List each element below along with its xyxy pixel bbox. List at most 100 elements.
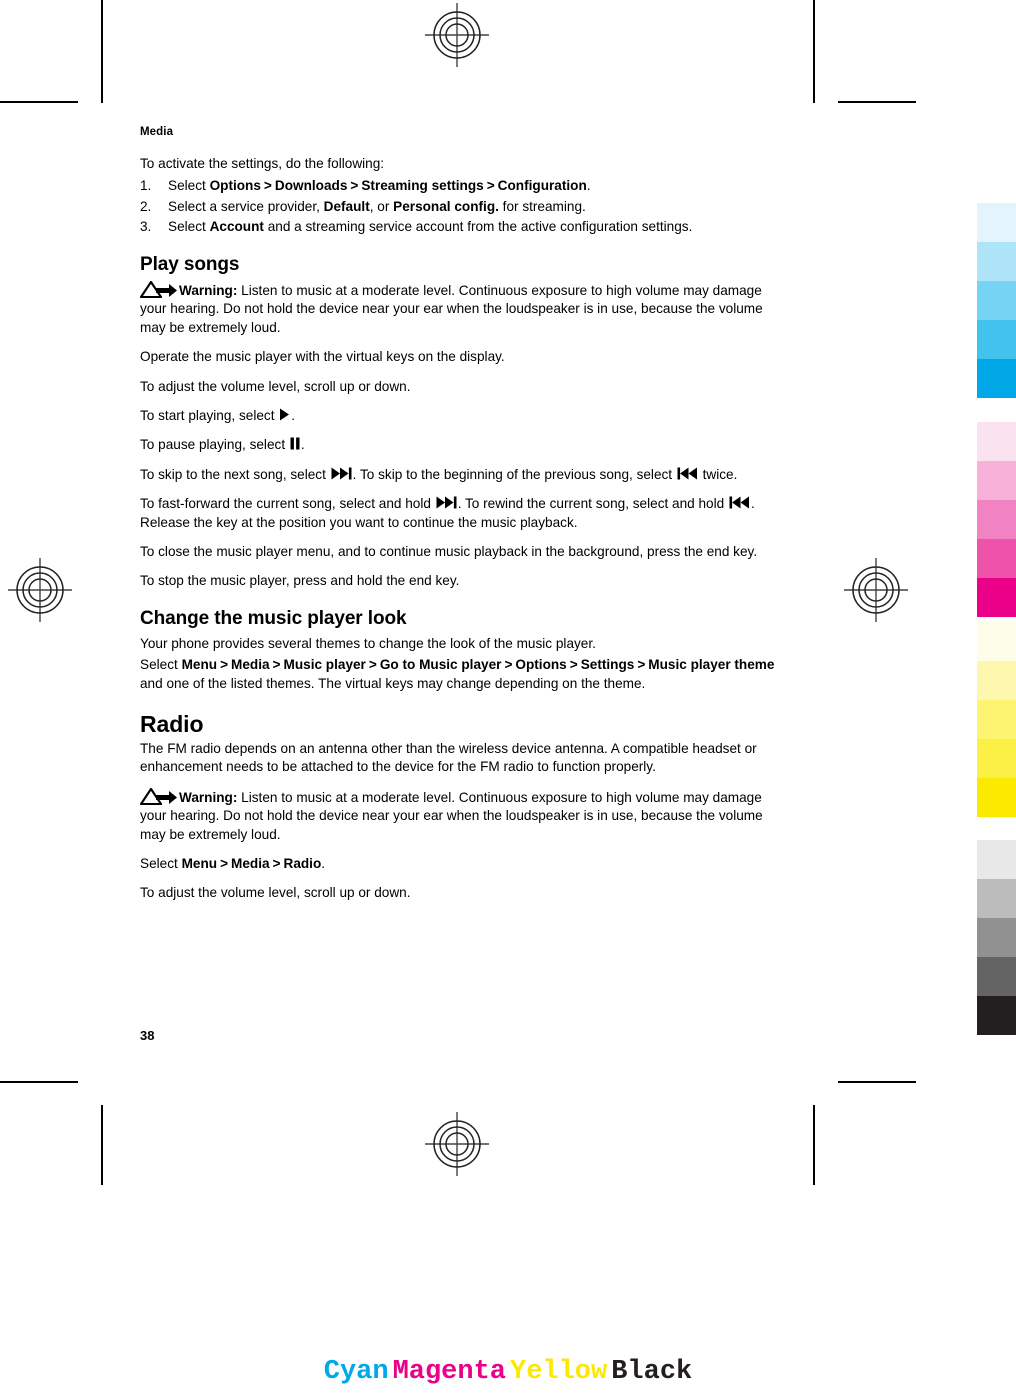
crop-mark-top-right [838, 101, 916, 103]
menu-path-item: Streaming settings [361, 178, 484, 194]
warning-paragraph-radio: Warning: Listen to music at a moderate l… [140, 787, 780, 844]
inline-text: Select a service provider, [168, 198, 324, 214]
menu-path-item: Music player [283, 657, 366, 673]
theme-path-paragraph: Select Menu > Media > Music player > Go to Mus… [140, 656, 780, 693]
menu-path-item: Default [323, 198, 370, 214]
cmyk-label-cyan: Cyan [323, 1357, 389, 1387]
registration-target-icon-top [425, 3, 489, 67]
inline-text: and a streaming service account from the… [263, 219, 693, 235]
color-swatch-magenta-2 [977, 461, 1016, 500]
path-separator: > [272, 657, 281, 673]
path-separator: > [504, 657, 513, 673]
path-separator: > [350, 178, 359, 194]
path-separator: > [569, 657, 578, 673]
page-number: 38 [140, 1028, 155, 1043]
warning-label: Warning: [179, 789, 238, 805]
pause-playing-text-post: . [300, 437, 305, 453]
color-swatch-black-3 [977, 918, 1016, 957]
section-heading-radio: Radio [140, 711, 204, 737]
color-swatch-yellow-2 [977, 661, 1016, 700]
color-swatch-magenta-3 [977, 500, 1016, 539]
color-swatch-magenta-1 [977, 422, 1016, 461]
radio-volume-paragraph: To adjust the volume level, scroll up or… [140, 885, 411, 901]
color-swatch-black-1 [977, 840, 1016, 879]
path-separator: > [486, 178, 495, 194]
color-swatch-black-2 [977, 879, 1016, 918]
list-item-number: 3. [140, 219, 152, 235]
crop-mark-bottom-left [0, 1081, 78, 1083]
menu-path-item: Radio [283, 856, 322, 872]
inline-text: . [321, 856, 326, 872]
menu-path-item: Music player theme [648, 657, 775, 673]
registration-target-icon-bottom [425, 1112, 489, 1176]
inline-text: and one of the listed themes. The virtua… [140, 675, 646, 691]
inline-text: Select [168, 219, 210, 235]
color-swatch-black-4 [977, 957, 1016, 996]
trim-line-bottom-left [101, 1105, 103, 1185]
registration-target-icon-right [844, 558, 908, 622]
list-item: 3. Select Account and a streaming service… [140, 217, 780, 237]
volume-paragraph: To adjust the volume level, scroll up or… [140, 378, 411, 394]
intro-paragraph: To activate the settings, do the followi… [140, 156, 385, 171]
inline-text: Select [168, 178, 210, 194]
list-item-number: 1. [140, 178, 152, 194]
menu-path-item: Media [231, 657, 270, 673]
color-swatch-yellow-5 [977, 778, 1016, 817]
stop-player-paragraph: To stop the music player, press and hold… [140, 573, 460, 589]
warning-triangle-arrow-icon [140, 280, 177, 298]
menu-path-item: Configuration [497, 178, 587, 194]
play-icon [280, 408, 290, 421]
color-swatch-cyan-2 [977, 242, 1016, 281]
color-swatch-yellow-4 [977, 739, 1016, 778]
skip-text-pre: To skip to the next song, select [140, 466, 330, 482]
color-swatch-yellow-3 [977, 700, 1016, 739]
list-item: 1. Select Options > Downloads > Streaming set… [140, 176, 780, 196]
crop-mark-top-left [0, 101, 78, 103]
inline-text: for streaming. [498, 198, 586, 214]
inline-text: , or [369, 198, 394, 214]
warning-triangle-arrow-icon [140, 787, 177, 805]
skip-next-icon [436, 496, 457, 509]
skip-text-post: twice. [698, 466, 738, 482]
skip-previous-icon [677, 467, 697, 480]
menu-path-item: Menu [181, 856, 218, 872]
section-heading-change-look: Change the music player look [140, 607, 407, 629]
start-playing-text-post: . [291, 407, 296, 423]
registration-target-icon-left [8, 558, 72, 622]
pause-icon [290, 437, 300, 450]
path-separator: > [263, 178, 272, 194]
start-playing-paragraph: To start playing, select . [140, 407, 780, 425]
radio-path-paragraph: Select Menu > Media > Radio. [140, 855, 780, 873]
path-separator: > [220, 856, 229, 872]
color-swatch-black-5 [977, 996, 1016, 1035]
skip-next-icon [331, 467, 352, 480]
menu-path-item: Media [231, 856, 270, 872]
list-item-number: 2. [140, 198, 152, 214]
color-swatch-magenta-4 [977, 539, 1016, 578]
color-swatch-magenta-5 [977, 578, 1016, 617]
change-look-paragraph: Your phone provides several themes to ch… [140, 635, 596, 651]
trim-line-top-right [813, 0, 815, 103]
ff-text-mid: . To rewind the current song, select and… [457, 496, 728, 512]
radio-paragraph: The FM radio depends on an antenna other… [140, 741, 757, 775]
inline-text: Select [140, 657, 182, 673]
color-swatch-yellow-1 [977, 622, 1016, 661]
path-separator: > [220, 657, 229, 673]
fast-forward-paragraph: To fast-forward the current song, select… [140, 495, 780, 532]
path-separator: > [368, 657, 377, 673]
menu-path-item: Options [209, 178, 261, 194]
menu-path-item: Downloads [274, 178, 348, 194]
color-swatch-cyan-5 [977, 359, 1016, 398]
operate-paragraph: Operate the music player with the virtua… [140, 349, 505, 365]
warning-label: Warning: [179, 282, 238, 298]
menu-path-item: Settings [580, 657, 635, 673]
cmyk-label-magenta: Magenta [392, 1357, 506, 1387]
skip-previous-icon [729, 496, 749, 509]
trim-line-bottom-right [813, 1105, 815, 1185]
menu-path-item: Account [209, 219, 264, 235]
menu-path-item: Menu [181, 657, 218, 673]
close-player-paragraph: To close the music player menu, and to c… [140, 543, 758, 559]
path-separator: > [637, 657, 646, 673]
ff-text-pre: To fast-forward the current song, select… [140, 496, 435, 512]
crop-mark-bottom-right [838, 1081, 916, 1083]
